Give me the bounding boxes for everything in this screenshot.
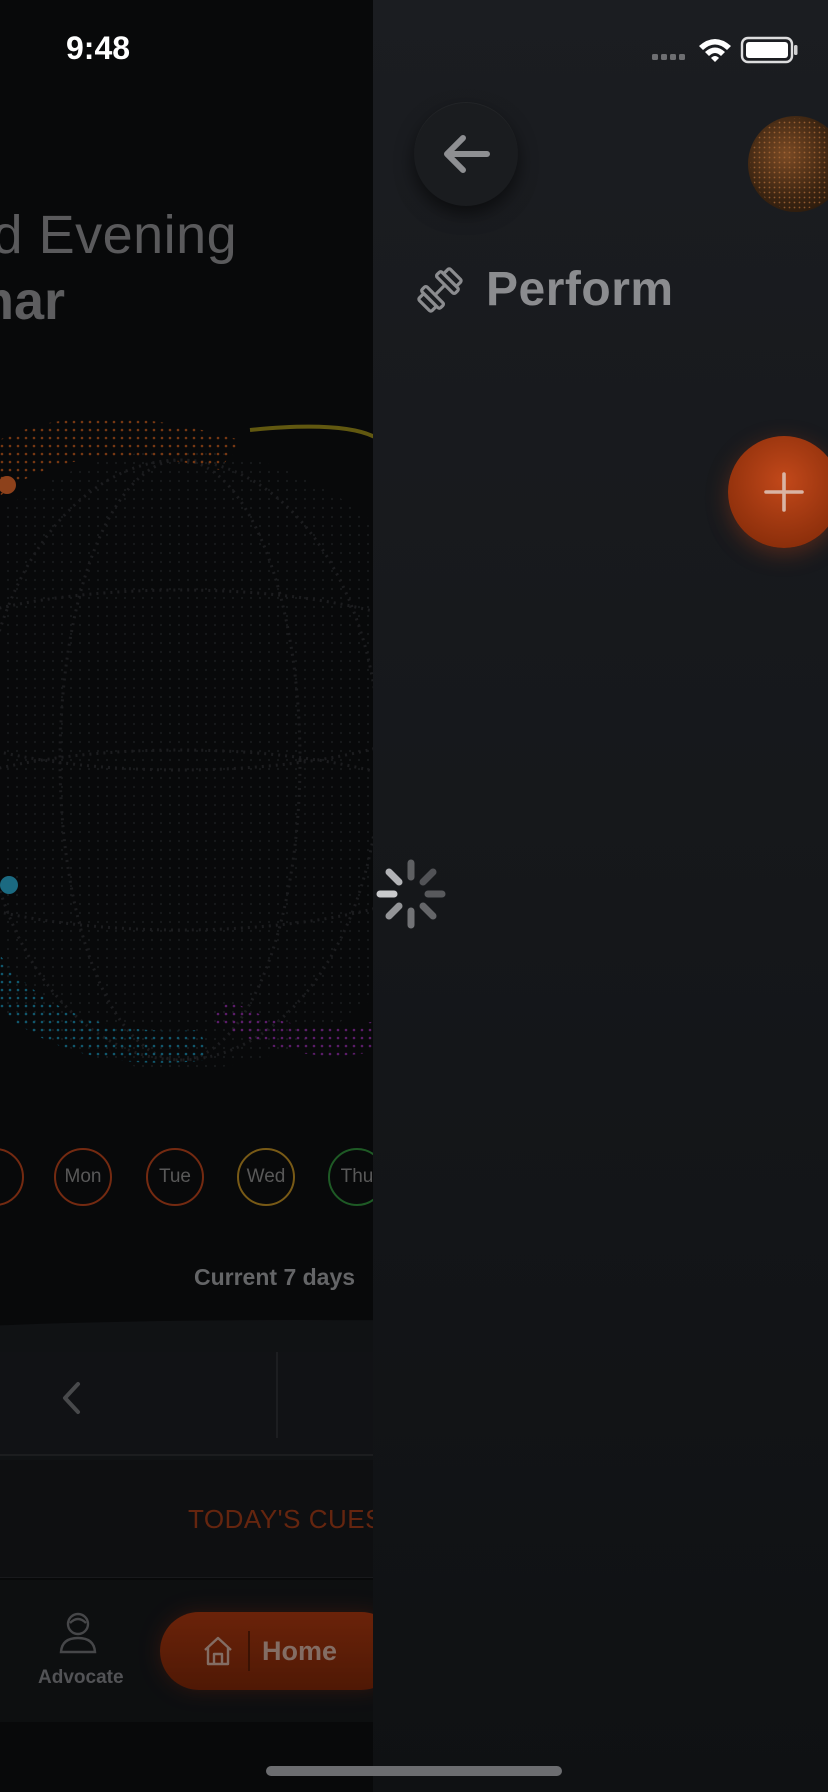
divider bbox=[248, 1631, 250, 1671]
todays-cues-label: TODAY'S CUES bbox=[188, 1504, 373, 1534]
day-chip-thu[interactable]: Thu bbox=[328, 1148, 373, 1206]
back-button[interactable] bbox=[414, 102, 518, 206]
home-indicator bbox=[266, 1766, 562, 1776]
battery-icon bbox=[740, 36, 798, 64]
home-screen-background: od Evening mar bbox=[0, 0, 373, 1792]
add-button[interactable] bbox=[728, 436, 828, 548]
previous-week-button[interactable] bbox=[56, 1376, 86, 1420]
activity-globe-graphic bbox=[0, 417, 373, 1070]
cellular-signal-icon bbox=[652, 54, 685, 60]
panel-title: Perform bbox=[486, 263, 674, 316]
greeting-text: od Evening bbox=[0, 205, 238, 265]
tab-home-label: Home bbox=[262, 1635, 338, 1666]
arrow-left-icon bbox=[444, 135, 490, 173]
status-time: 9:48 bbox=[66, 30, 131, 66]
day-chip-wed[interactable]: Wed bbox=[237, 1148, 295, 1206]
panel-header: Perform bbox=[416, 262, 674, 317]
chevron-left-icon bbox=[63, 1382, 80, 1414]
day-chip-tue[interactable]: Tue bbox=[146, 1148, 204, 1206]
dumbbell-icon bbox=[417, 266, 463, 313]
plus-icon bbox=[764, 472, 804, 512]
divider bbox=[276, 1352, 278, 1438]
spinner-icon bbox=[376, 859, 446, 929]
wifi-icon bbox=[699, 39, 731, 62]
day-chip-sun[interactable]: n bbox=[0, 1148, 24, 1206]
tab-advocate-label[interactable]: Advocate bbox=[38, 1667, 124, 1689]
period-label: Current 7 days bbox=[194, 1264, 356, 1290]
user-name-text: mar bbox=[0, 271, 66, 331]
home-icon bbox=[204, 1636, 232, 1666]
status-icons bbox=[652, 36, 798, 64]
tab-home-button[interactable]: Home bbox=[160, 1612, 373, 1690]
day-chip-mon[interactable]: Mon bbox=[54, 1148, 112, 1206]
advocate-icon[interactable] bbox=[58, 1610, 98, 1654]
